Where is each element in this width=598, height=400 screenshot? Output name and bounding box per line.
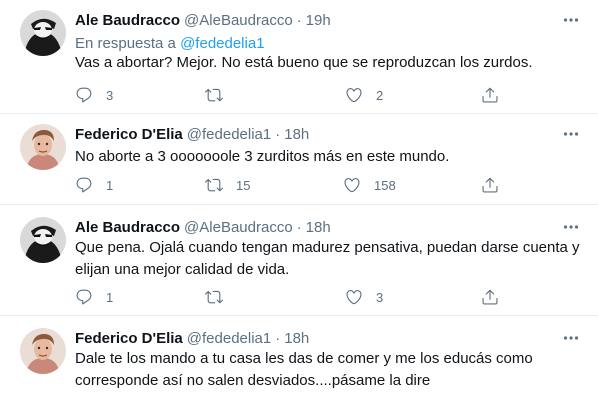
- tweet-header: Federico D'Elia @fededelia1 · 18h: [75, 124, 309, 144]
- avatar-image-icon: [20, 10, 66, 56]
- reply-button[interactable]: 3: [75, 85, 113, 105]
- more-options-button[interactable]: [560, 124, 582, 144]
- retweet-icon: [205, 88, 223, 102]
- reply-icon: [76, 177, 92, 193]
- tweet-header: Ale Baudracco @AleBaudracco · 18h: [75, 217, 331, 237]
- tweet-text: Que pena. Ojalá cuando tengan madurez pe…: [75, 239, 580, 278]
- tweet-text: Dale te los mando a tu casa les das de c…: [75, 350, 533, 389]
- tweet-text: No aborte a 3 ooooooole 3 zurditos más e…: [75, 148, 450, 165]
- author-name[interactable]: Federico D'Elia: [75, 330, 183, 347]
- author-handle[interactable]: @AleBaudracco: [184, 12, 293, 29]
- like-button[interactable]: 3: [345, 287, 383, 307]
- share-icon: [482, 289, 498, 305]
- tweet-time[interactable]: 18h: [284, 126, 309, 143]
- reply-context: En respuesta a @fededelia1: [75, 35, 265, 52]
- retweet-button[interactable]: [205, 85, 236, 105]
- reply-count: 1: [106, 177, 114, 193]
- author-name[interactable]: Ale Baudracco: [75, 12, 180, 29]
- avatar[interactable]: [20, 217, 66, 263]
- author-name[interactable]: Ale Baudracco: [75, 219, 180, 236]
- more-icon: [563, 18, 579, 22]
- more-options-button[interactable]: [560, 217, 582, 237]
- tweet-actions: 1 3: [75, 287, 505, 307]
- avatar[interactable]: [20, 328, 66, 374]
- more-options-button[interactable]: [560, 328, 582, 348]
- tweet-divider: [0, 204, 598, 205]
- more-icon: [563, 132, 579, 136]
- more-icon: [563, 225, 579, 229]
- retweet-button[interactable]: 15: [205, 175, 250, 195]
- share-icon: [482, 177, 498, 193]
- share-button[interactable]: [481, 287, 499, 307]
- like-count: 3: [376, 289, 384, 305]
- retweet-count: 15: [236, 177, 251, 193]
- avatar[interactable]: [20, 10, 66, 56]
- tweet-time[interactable]: 19h: [306, 12, 331, 29]
- reply-button[interactable]: 1: [75, 175, 113, 195]
- reply-count: 3: [106, 87, 114, 103]
- more-icon: [563, 336, 579, 340]
- avatar-image-icon: [20, 124, 66, 170]
- author-handle[interactable]: @AleBaudracco: [184, 219, 293, 236]
- separator-dot: ·: [296, 218, 302, 236]
- share-icon: [482, 87, 498, 103]
- tweet-divider: [0, 113, 598, 114]
- retweet-icon: [205, 290, 223, 304]
- reply-mention-link[interactable]: @fededelia1: [180, 35, 264, 52]
- reply-prefix: En respuesta a: [75, 35, 176, 52]
- share-button[interactable]: [481, 85, 499, 105]
- like-count: 158: [374, 177, 396, 193]
- like-button[interactable]: 158: [343, 175, 396, 195]
- heart-icon: [346, 88, 362, 103]
- reply-icon: [76, 289, 92, 305]
- retweet-icon: [205, 178, 223, 192]
- tweet-time[interactable]: 18h: [284, 330, 309, 347]
- tweet-text: Vas a abortar? Mejor. No está bueno que …: [75, 54, 533, 71]
- tweet-header: Federico D'Elia @fededelia1 · 18h: [75, 328, 309, 348]
- heart-icon: [344, 178, 360, 193]
- tweet-actions: 1 15 158: [75, 175, 505, 195]
- like-button[interactable]: 2: [345, 85, 383, 105]
- tweet-header: Ale Baudracco @AleBaudracco · 19h: [75, 10, 331, 30]
- tweet-time[interactable]: 18h: [306, 219, 331, 236]
- avatar-image-icon: [20, 217, 66, 263]
- share-button[interactable]: [481, 175, 499, 195]
- separator-dot: ·: [275, 125, 281, 143]
- author-handle[interactable]: @fededelia1: [187, 330, 271, 347]
- author-name[interactable]: Federico D'Elia: [75, 126, 183, 143]
- more-options-button[interactable]: [560, 10, 582, 30]
- avatar-image-icon: [20, 328, 66, 374]
- reply-count: 1: [106, 289, 114, 305]
- like-count: 2: [376, 87, 384, 103]
- author-handle[interactable]: @fededelia1: [187, 126, 271, 143]
- separator-dot: ·: [275, 329, 281, 347]
- tweet-actions: 3 2: [75, 85, 505, 105]
- retweet-button[interactable]: [205, 287, 236, 307]
- avatar[interactable]: [20, 124, 66, 170]
- separator-dot: ·: [296, 11, 302, 29]
- reply-button[interactable]: 1: [75, 287, 113, 307]
- reply-icon: [76, 87, 92, 103]
- heart-icon: [346, 290, 362, 305]
- tweet-divider: [0, 315, 598, 316]
